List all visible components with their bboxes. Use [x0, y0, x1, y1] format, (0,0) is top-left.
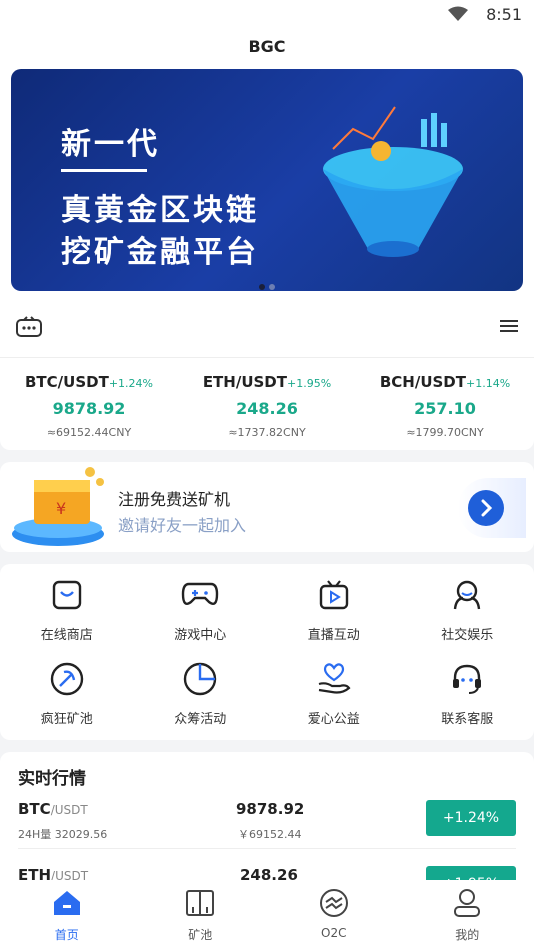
- ticker-pair: BTC/USDT: [25, 373, 109, 391]
- ticker-price: 257.10: [414, 399, 476, 418]
- shop-icon: [52, 580, 81, 610]
- tv-play-icon: [319, 580, 348, 610]
- ticker-change: +1.14%: [465, 377, 511, 390]
- row-divider: [18, 848, 516, 849]
- grid-label: 社交娱乐: [441, 628, 494, 643]
- carousel-dots: [257, 275, 277, 291]
- banner-carousel[interactable]: 新一代 真黄金区块链 挖矿金融平台: [11, 69, 523, 291]
- grid-item-mining[interactable]: 疯狂矿池: [0, 660, 134, 744]
- market-row[interactable]: BTC/USDT 24H量 32029.56 9878.92 ￥69152.44…: [0, 800, 534, 856]
- status-bar: 8:51: [0, 0, 534, 30]
- pickaxe-icon: [50, 662, 83, 696]
- status-time: 8:51: [486, 5, 522, 24]
- market-price: 9878.92: [236, 800, 305, 818]
- ticker-pair: ETH/USDT: [202, 373, 287, 391]
- tab-label: 首页: [54, 928, 79, 942]
- grid-item-crowdfund[interactable]: 众筹活动: [134, 660, 268, 744]
- market-symbol: BTC/USDT: [18, 800, 88, 818]
- gift-box-illustration: ¥: [12, 467, 104, 546]
- headset-icon: [453, 664, 482, 694]
- carousel-dot[interactable]: [269, 284, 275, 290]
- promo-title: 注册免费送矿机: [118, 490, 231, 509]
- ticker-cny: ≈1737.82CNY: [228, 426, 306, 439]
- tab-home[interactable]: 首页: [0, 880, 134, 949]
- ticker-item[interactable]: BTC/USDT+1.24% 9878.92 ≈69152.44CNY: [0, 358, 178, 450]
- grid-item-support[interactable]: 联系客服: [401, 660, 534, 744]
- tab-mining-pool[interactable]: 矿池: [134, 880, 268, 949]
- promo-subtitle: 邀请好友一起加入: [118, 516, 247, 535]
- funnel-illustration: [323, 106, 463, 257]
- promo-go-button[interactable]: [458, 478, 526, 538]
- chevron-right-icon: [481, 499, 493, 517]
- carousel-dot[interactable]: [259, 284, 265, 290]
- ticker-cny: ≈1799.70CNY: [406, 426, 484, 439]
- heart-hand-icon: [318, 663, 351, 694]
- market-volume: 24H量 32029.56: [18, 828, 108, 841]
- tab-o2c[interactable]: O2C: [267, 880, 401, 949]
- banner-line-3: 挖矿金融平台: [61, 235, 259, 270]
- menu-icon[interactable]: [500, 318, 518, 334]
- grid-label: 游戏中心: [174, 628, 227, 643]
- grid-label: 疯狂矿池: [40, 712, 93, 727]
- svg-text:¥: ¥: [56, 499, 66, 518]
- grid-label: 爱心公益: [307, 712, 360, 727]
- wifi-icon: [448, 6, 468, 21]
- user-icon: [454, 889, 481, 917]
- market-section: 实时行情 BTC/USDT 24H量 32029.56 9878.92 ￥691…: [0, 752, 534, 892]
- market-symbol-base: BTC: [18, 800, 51, 818]
- tab-label: 我的: [455, 928, 480, 942]
- market-cny: ￥69152.44: [238, 828, 302, 841]
- bottom-tab-bar: 首页 矿池 O2C 我的: [0, 880, 534, 949]
- home-toolbar: [0, 296, 534, 358]
- tab-label: 矿池: [188, 928, 213, 942]
- ticker-price: 9878.92: [52, 399, 126, 418]
- tab-label: O2C: [321, 926, 347, 940]
- banner-line-1: 新一代: [61, 127, 160, 162]
- gamepad-icon: [182, 582, 219, 605]
- market-symbol-quote: /USDT: [50, 803, 88, 817]
- grid-item-live[interactable]: 直播互动: [267, 576, 401, 660]
- page-title: BGC: [248, 37, 286, 56]
- tab-mine[interactable]: 我的: [401, 880, 534, 949]
- ticker-item[interactable]: BCH/USDT+1.14% 257.10 ≈1799.70CNY: [356, 358, 534, 450]
- grid-item-social[interactable]: 社交娱乐: [401, 576, 534, 660]
- grid-item-charity[interactable]: 爱心公益: [267, 660, 401, 744]
- ticker-pair: BCH/USDT: [379, 373, 466, 391]
- grid-item-shop[interactable]: 在线商店: [0, 576, 134, 660]
- market-change-badge[interactable]: +1.24%: [426, 800, 516, 836]
- ticker-item[interactable]: ETH/USDT+1.95% 248.26 ≈1737.82CNY: [178, 358, 356, 450]
- o2c-icon: [319, 889, 348, 917]
- social-icon: [454, 580, 481, 610]
- home-icon: [53, 891, 80, 915]
- feature-grid: 在线商店 游戏中心 直播互动 社交娱乐 疯狂矿池 众筹活动 爱心公益 联系客服: [0, 564, 534, 740]
- market-title: 实时行情: [18, 769, 86, 789]
- pie-chart-icon: [184, 662, 217, 696]
- grid-label: 直播互动: [307, 628, 360, 643]
- mining-pool-icon: [186, 890, 215, 916]
- app-bar: BGC: [0, 30, 534, 64]
- ticker-price: 248.26: [236, 399, 298, 418]
- ticker-strip: BTC/USDT+1.24% 9878.92 ≈69152.44CNY ETH/…: [0, 358, 534, 450]
- banner-section: 新一代 真黄金区块链 挖矿金融平台: [0, 64, 534, 296]
- message-box-icon[interactable]: [16, 316, 42, 338]
- ticker-change: +1.95%: [287, 377, 332, 390]
- grid-label: 联系客服: [441, 712, 494, 727]
- ticker-change: +1.24%: [108, 377, 153, 390]
- banner-underline: [61, 169, 147, 172]
- grid-label: 在线商店: [40, 628, 93, 643]
- grid-item-games[interactable]: 游戏中心: [134, 576, 268, 660]
- promo-card[interactable]: ¥ 注册免费送矿机 邀请好友一起加入: [0, 462, 534, 552]
- banner-line-2: 真黄金区块链: [61, 193, 259, 228]
- ticker-cny: ≈69152.44CNY: [46, 426, 132, 439]
- promo-go-circle: [468, 490, 504, 526]
- grid-label: 众筹活动: [174, 712, 227, 727]
